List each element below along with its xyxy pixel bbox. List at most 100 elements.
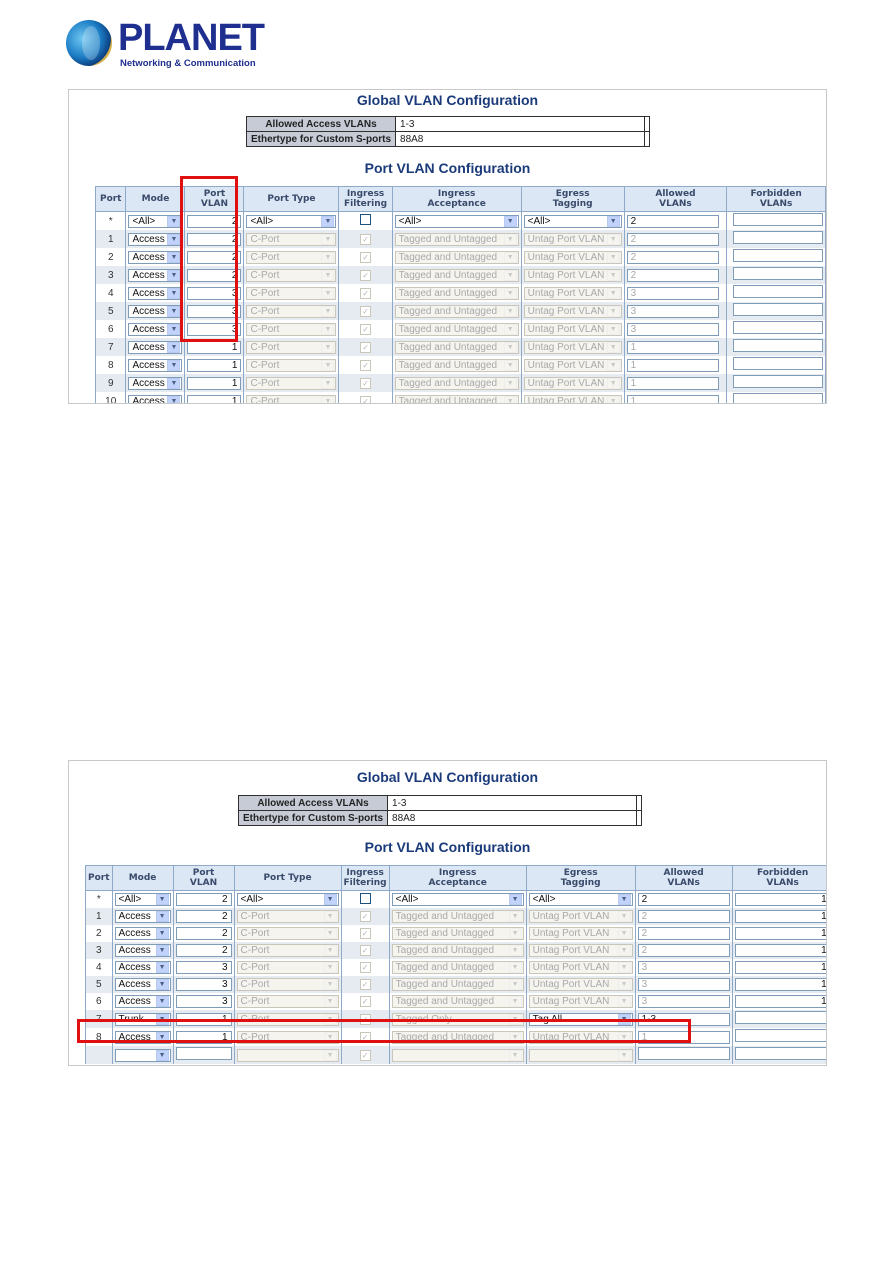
- mode-select[interactable]: Access ▼: [114, 978, 171, 991]
- chevron-down-icon[interactable]: ▼: [167, 377, 181, 389]
- port-vlan-input[interactable]: 2: [175, 944, 232, 957]
- port-vlan-input[interactable]: 2: [187, 232, 242, 246]
- allowed-vlans-input[interactable]: 2: [637, 927, 730, 940]
- port-vlan-input[interactable]: 3: [187, 322, 242, 336]
- mode-select[interactable]: Access ▼: [128, 268, 183, 282]
- allowed-vlans-input[interactable]: 1: [626, 358, 719, 372]
- mode-select[interactable]: Access ▼: [128, 340, 183, 354]
- forbidden-vlans-input[interactable]: [733, 375, 823, 388]
- allowed-vlans-input[interactable]: 1: [637, 1030, 730, 1044]
- chevron-down-icon[interactable]: ▼: [617, 1013, 631, 1025]
- port-vlan-input[interactable]: 1: [187, 376, 242, 390]
- port-type-select[interactable]: <All> ▼: [246, 214, 337, 228]
- chevron-down-icon[interactable]: ▼: [155, 1031, 169, 1043]
- forbidden-vlans-input[interactable]: [733, 231, 823, 244]
- egress-tagging-select[interactable]: <All> ▼: [528, 893, 633, 906]
- port-vlan-input[interactable]: 1: [175, 1030, 232, 1044]
- ingress-filtering-checkbox[interactable]: [360, 214, 372, 225]
- chevron-down-icon[interactable]: ▼: [508, 894, 522, 905]
- forbidden-vlans-input[interactable]: [734, 1011, 826, 1024]
- mode-select[interactable]: Access ▼: [128, 376, 183, 390]
- chevron-down-icon[interactable]: ▼: [167, 233, 181, 245]
- port-vlan-input[interactable]: 1: [187, 358, 242, 372]
- port-vlan-input[interactable]: 2: [175, 893, 232, 906]
- chevron-down-icon[interactable]: ▼: [155, 1050, 169, 1062]
- allowed-access-vlans-input[interactable]: 1-3: [387, 795, 638, 811]
- chevron-down-icon[interactable]: ▼: [617, 894, 631, 905]
- forbidden-vlans-input[interactable]: [733, 357, 823, 370]
- allowed-access-vlans-input[interactable]: 1-3: [395, 116, 646, 132]
- forbidden-vlans-input[interactable]: [733, 303, 823, 316]
- allowed-vlans-input[interactable]: 1: [626, 340, 719, 354]
- chevron-down-icon[interactable]: ▼: [167, 395, 181, 403]
- port-vlan-input[interactable]: 2: [175, 927, 232, 940]
- mode-select[interactable]: Access ▼: [114, 927, 171, 940]
- forbidden-vlans-input[interactable]: [733, 321, 823, 334]
- forbidden-vlans-input[interactable]: [733, 285, 823, 298]
- forbidden-vlans-input[interactable]: 1: [734, 961, 826, 974]
- chevron-down-icon[interactable]: ▼: [503, 215, 517, 227]
- forbidden-vlans-input[interactable]: [733, 393, 823, 403]
- allowed-vlans-input[interactable]: 2: [626, 214, 719, 228]
- allowed-vlans-input[interactable]: 2: [626, 250, 719, 264]
- chevron-down-icon[interactable]: ▼: [167, 251, 181, 263]
- mode-select[interactable]: Access ▼: [114, 1030, 171, 1044]
- mode-select[interactable]: <All> ▼: [128, 214, 183, 228]
- mode-select[interactable]: Access ▼: [128, 394, 183, 403]
- mode-select[interactable]: Access ▼: [128, 358, 183, 372]
- forbidden-vlans-input[interactable]: 1: [734, 910, 826, 923]
- chevron-down-icon[interactable]: ▼: [167, 215, 181, 227]
- port-vlan-input[interactable]: 2: [187, 250, 242, 264]
- forbidden-vlans-input[interactable]: [733, 339, 823, 352]
- egress-tagging-select[interactable]: <All> ▼: [523, 214, 622, 228]
- port-vlan-input[interactable]: 3: [187, 304, 242, 318]
- chevron-down-icon[interactable]: ▼: [321, 215, 335, 227]
- allowed-vlans-input[interactable]: 2: [626, 268, 719, 282]
- chevron-down-icon[interactable]: ▼: [155, 1013, 169, 1025]
- mode-select[interactable]: Trunk ▼: [114, 1012, 171, 1026]
- allowed-vlans-input[interactable]: 2: [637, 910, 730, 923]
- mode-select[interactable]: Access ▼: [128, 286, 183, 300]
- port-vlan-input[interactable]: 2: [187, 268, 242, 282]
- forbidden-vlans-input[interactable]: [733, 213, 823, 226]
- mode-select[interactable]: Access ▼: [114, 944, 171, 957]
- chevron-down-icon[interactable]: ▼: [167, 305, 181, 317]
- forbidden-vlans-input[interactable]: [734, 1029, 826, 1042]
- ingress-acceptance-select[interactable]: <All> ▼: [391, 893, 524, 906]
- mode-select[interactable]: Access ▼: [114, 910, 171, 923]
- allowed-vlans-input[interactable]: 3: [626, 286, 719, 300]
- chevron-down-icon[interactable]: ▼: [167, 287, 181, 299]
- allowed-vlans-input[interactable]: 3: [626, 304, 719, 318]
- forbidden-vlans-input[interactable]: 1: [734, 978, 826, 991]
- ingress-acceptance-select[interactable]: <All> ▼: [394, 214, 519, 228]
- chevron-down-icon[interactable]: ▼: [155, 928, 169, 939]
- egress-tagging-select[interactable]: Tag All ▼: [528, 1012, 633, 1026]
- forbidden-vlans-input[interactable]: [733, 249, 823, 262]
- mode-select[interactable]: Access ▼: [114, 995, 171, 1008]
- mode-select[interactable]: <All> ▼: [114, 893, 171, 906]
- chevron-down-icon[interactable]: ▼: [155, 979, 169, 990]
- chevron-down-icon[interactable]: ▼: [155, 996, 169, 1007]
- allowed-vlans-input[interactable]: [637, 1047, 730, 1060]
- mode-select[interactable]: Access ▼: [114, 961, 171, 974]
- allowed-vlans-input[interactable]: 1: [626, 394, 719, 403]
- chevron-down-icon[interactable]: ▼: [155, 894, 169, 905]
- ethertype-input[interactable]: 88A8: [395, 131, 646, 147]
- chevron-down-icon[interactable]: ▼: [167, 323, 181, 335]
- port-vlan-input[interactable]: 2: [187, 214, 242, 228]
- chevron-down-icon[interactable]: ▼: [323, 894, 337, 905]
- port-vlan-input[interactable]: 3: [175, 961, 232, 974]
- allowed-vlans-input[interactable]: 1: [626, 376, 719, 390]
- mode-select[interactable]: Access ▼: [128, 304, 183, 318]
- forbidden-vlans-input[interactable]: 1: [734, 927, 826, 940]
- allowed-vlans-input[interactable]: 2: [626, 232, 719, 246]
- port-vlan-input[interactable]: 1: [187, 340, 242, 354]
- ethertype-input[interactable]: 88A8: [387, 810, 638, 826]
- allowed-vlans-input[interactable]: 3: [637, 978, 730, 991]
- mode-select[interactable]: Access ▼: [128, 250, 183, 264]
- mode-select[interactable]: ▼: [114, 1049, 171, 1063]
- chevron-down-icon[interactable]: ▼: [155, 911, 169, 922]
- forbidden-vlans-input[interactable]: [734, 1047, 826, 1060]
- allowed-vlans-input[interactable]: 1-3: [637, 1012, 730, 1026]
- allowed-vlans-input[interactable]: 3: [637, 995, 730, 1008]
